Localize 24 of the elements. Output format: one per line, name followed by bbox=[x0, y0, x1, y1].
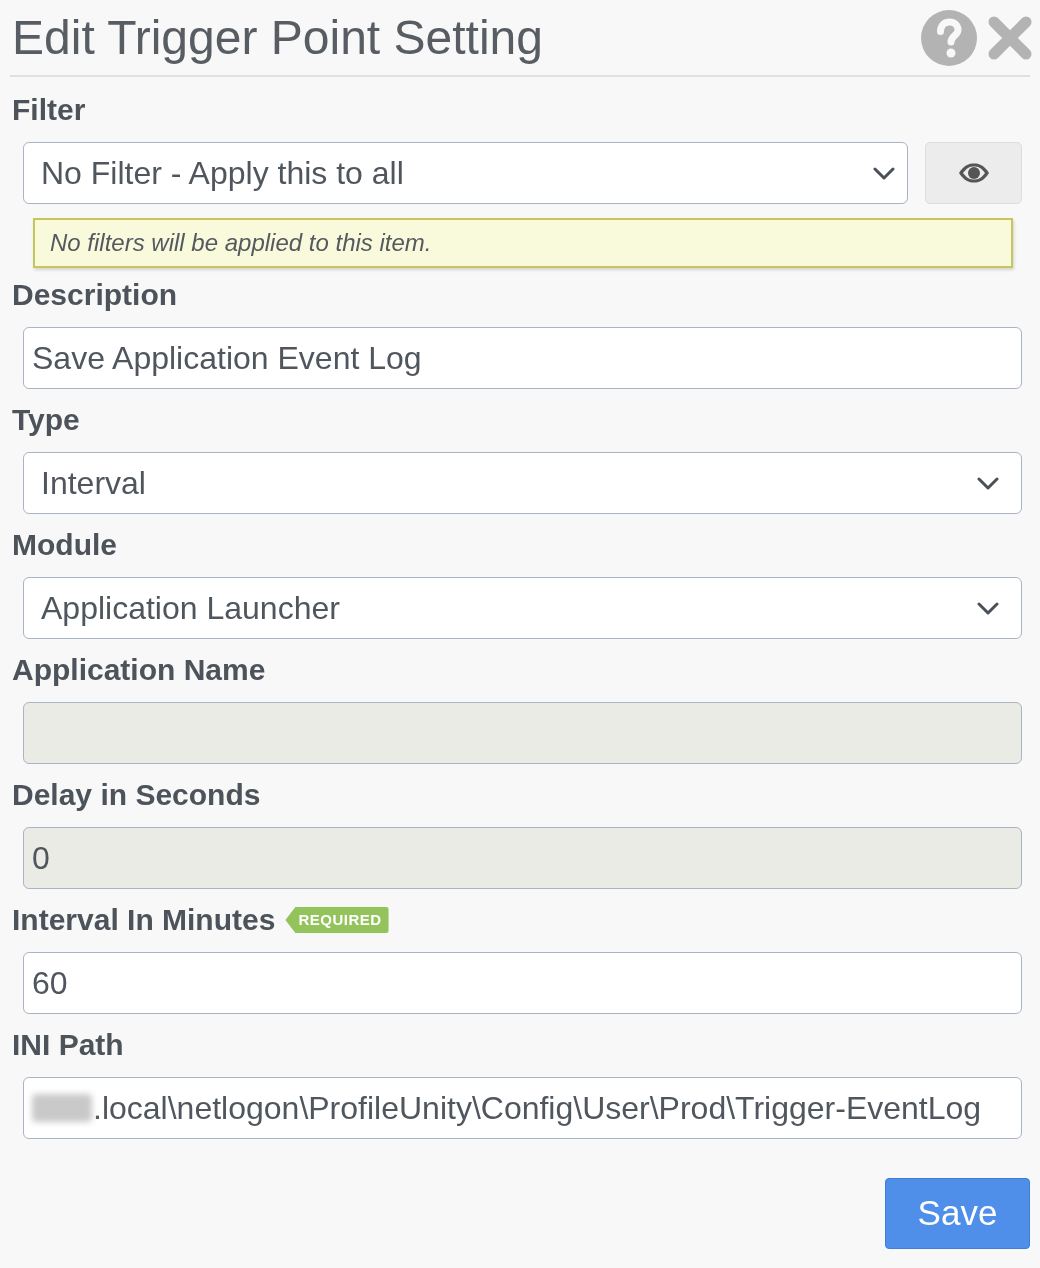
required-tag: REQUIRED bbox=[285, 907, 389, 933]
dialog-title: Edit Trigger Point Setting bbox=[12, 13, 544, 62]
filter-dropdown[interactable]: No Filter - Apply this to all bbox=[23, 142, 908, 204]
help-icon[interactable] bbox=[921, 9, 977, 66]
field-label: Type bbox=[12, 402, 80, 438]
text-field[interactable]: 60 bbox=[23, 952, 1022, 1014]
text-field[interactable]: Save Application Event Log bbox=[23, 327, 1022, 389]
chevron-down-icon bbox=[977, 476, 999, 490]
field-label: Delay in Seconds bbox=[12, 777, 261, 813]
text-field[interactable]: .local\netlogon\ProfileUnity\Config\User\Prod\Trigger-EventLog bbox=[23, 1077, 1022, 1139]
field-label: Module bbox=[12, 527, 117, 563]
filter-hint: No filters will be applied to this item. bbox=[33, 218, 1013, 268]
dropdown[interactable]: Application Launcher bbox=[23, 577, 1022, 639]
dropdown[interactable]: Interval bbox=[23, 452, 1022, 514]
preview-button[interactable] bbox=[925, 142, 1022, 204]
chevron-down-icon bbox=[873, 166, 895, 180]
field-label: Interval In Minutes bbox=[12, 902, 276, 938]
field-label: INI Path bbox=[12, 1027, 124, 1063]
chevron-down-icon bbox=[977, 601, 999, 615]
field-label: Filter bbox=[12, 92, 86, 128]
close-icon[interactable] bbox=[987, 14, 1033, 61]
field-label: Description bbox=[12, 277, 178, 313]
eye-icon bbox=[957, 163, 990, 183]
field-label: Application Name bbox=[12, 652, 266, 688]
